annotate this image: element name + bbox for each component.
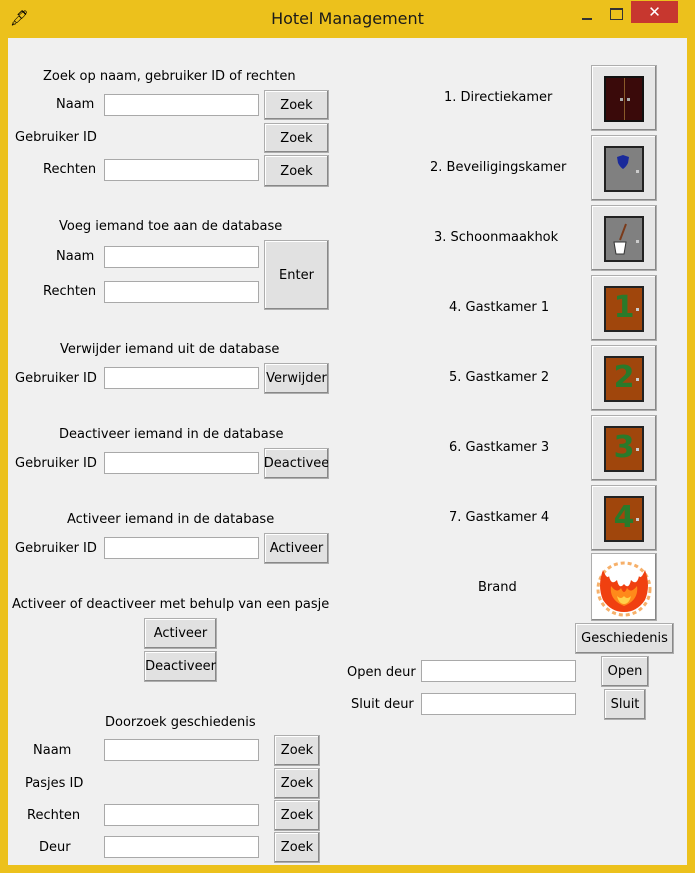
deactivate-id-input[interactable] (104, 452, 259, 474)
add-enter-button[interactable]: Enter (264, 240, 329, 310)
search-id-button[interactable]: Zoek (264, 123, 329, 153)
history-rights-input[interactable] (104, 804, 259, 826)
guestroom-door-icon: 3 (604, 426, 644, 472)
close-door-button[interactable]: Sluit (604, 689, 646, 720)
history-name-search-button[interactable]: Zoek (274, 735, 320, 766)
room-label-1: 1. Directiekamer (444, 90, 553, 105)
minimize-button[interactable] (574, 4, 600, 26)
room-button-1[interactable] (591, 65, 657, 131)
history-search-heading: Doorzoek geschiedenis (105, 715, 256, 730)
open-door-label: Open deur (347, 665, 416, 680)
search-rights-label: Rechten (43, 162, 97, 177)
close-button[interactable]: ✕ (631, 1, 678, 23)
card-activate-button[interactable]: Activeer (144, 618, 217, 649)
search-id-label: Gebruiker ID (15, 130, 97, 145)
remove-id-label: Gebruiker ID (15, 371, 97, 386)
card-heading: Activeer of deactiveer met behulp van ee… (12, 597, 330, 612)
activate-button[interactable]: Activeer (264, 533, 329, 564)
add-name-input[interactable] (104, 246, 259, 268)
history-card-search-button[interactable]: Zoek (274, 768, 320, 799)
history-card-label: Pasjes ID (25, 776, 84, 791)
room-label-3: 3. Schoonmaakhok (434, 230, 559, 245)
main-panel: Zoek op naam, gebruiker ID of rechten Na… (8, 38, 687, 865)
security-door-icon (604, 146, 644, 192)
history-name-label: Naam (33, 743, 72, 758)
room-button-7[interactable]: 4 (591, 485, 657, 551)
search-heading: Zoek op naam, gebruiker ID of rechten (43, 69, 296, 84)
fire-button[interactable] (591, 553, 657, 621)
add-name-label: Naam (56, 249, 95, 264)
room-button-6[interactable]: 3 (591, 415, 657, 481)
card-deactivate-button[interactable]: Deactiveer (144, 651, 217, 682)
close-door-label: Sluit deur (351, 697, 414, 712)
cleaning-door-icon (604, 216, 644, 262)
fire-label: Brand (478, 580, 517, 595)
history-name-input[interactable] (104, 739, 259, 761)
room-label-2: 2. Beveiligingskamer (430, 160, 567, 175)
room-label-5: 5. Gastkamer 2 (449, 370, 550, 385)
activate-heading: Activeer iemand in de database (67, 512, 275, 527)
room-button-5[interactable]: 2 (591, 345, 657, 411)
close-door-input[interactable] (421, 693, 576, 715)
room-label-4: 4. Gastkamer 1 (449, 300, 550, 315)
open-door-button[interactable]: Open (601, 656, 649, 687)
maximize-button[interactable] (603, 4, 629, 26)
guestroom-door-icon: 1 (604, 286, 644, 332)
history-door-search-button[interactable]: Zoek (274, 832, 320, 863)
history-button[interactable]: Geschiedenis (575, 623, 674, 654)
deactivate-id-label: Gebruiker ID (15, 456, 97, 471)
app-window: 🖋 Hotel Management ✕ Zoek op naam, gebru… (0, 0, 695, 873)
search-rights-button[interactable]: Zoek (264, 155, 329, 187)
guestroom-door-icon: 2 (604, 356, 644, 402)
add-rights-input[interactable] (104, 281, 259, 303)
fire-icon (596, 561, 652, 617)
history-door-label: Deur (39, 840, 71, 855)
activate-id-input[interactable] (104, 537, 259, 559)
history-rights-search-button[interactable]: Zoek (274, 800, 320, 831)
open-door-input[interactable] (421, 660, 576, 682)
activate-id-label: Gebruiker ID (15, 541, 97, 556)
deactivate-button[interactable]: Deactivee (264, 448, 329, 479)
deactivate-heading: Deactiveer iemand in de database (59, 427, 284, 442)
search-name-button[interactable]: Zoek (264, 90, 329, 120)
title-bar[interactable]: 🖋 Hotel Management ✕ (0, 0, 695, 38)
search-name-label: Naam (56, 97, 95, 112)
add-rights-label: Rechten (43, 284, 97, 299)
remove-heading: Verwijder iemand uit de database (60, 342, 280, 357)
room-button-4[interactable]: 1 (591, 275, 657, 341)
search-rights-input[interactable] (104, 159, 259, 181)
room-label-7: 7. Gastkamer 4 (449, 510, 550, 525)
remove-id-input[interactable] (104, 367, 259, 389)
history-rights-label: Rechten (27, 808, 81, 823)
add-heading: Voeg iemand toe aan de database (59, 219, 283, 234)
double-door-icon (604, 76, 644, 122)
room-button-2[interactable] (591, 135, 657, 201)
search-name-input[interactable] (104, 94, 259, 116)
room-label-6: 6. Gastkamer 3 (449, 440, 550, 455)
guestroom-door-icon: 4 (604, 496, 644, 542)
remove-button[interactable]: Verwijder (264, 363, 329, 394)
history-door-input[interactable] (104, 836, 259, 858)
room-button-3[interactable] (591, 205, 657, 271)
